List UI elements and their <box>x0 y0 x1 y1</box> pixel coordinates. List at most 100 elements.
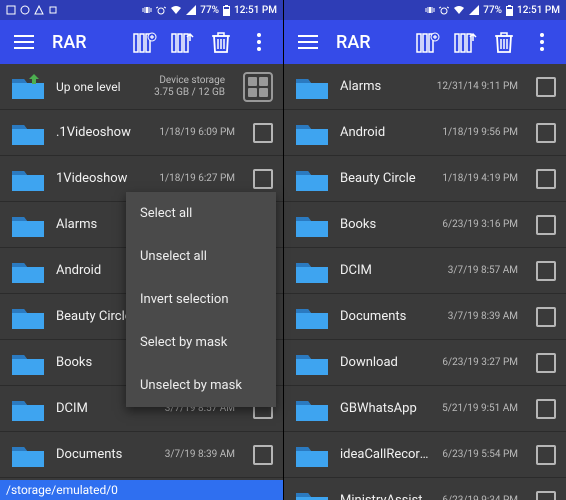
menu-select-by-mask[interactable]: Select by mask <box>126 321 276 364</box>
extract-button[interactable] <box>169 28 197 56</box>
vibrate-icon <box>142 5 152 15</box>
books-plus-icon <box>416 31 440 53</box>
item-checkbox[interactable] <box>536 215 556 235</box>
battery-icon <box>506 5 513 16</box>
status-right-icons: 77% 12:51 PM <box>142 5 277 16</box>
folder-icon <box>294 349 330 377</box>
item-date: 1/18/19 6:09 PM <box>159 127 235 138</box>
item-checkbox[interactable] <box>536 77 556 97</box>
item-date: 3/7/19 8:39 AM <box>448 311 518 322</box>
list-item[interactable]: Android 1/18/19 9:56 PM <box>284 110 566 156</box>
list-item[interactable]: DCIM 3/7/19 8:57 AM <box>284 248 566 294</box>
folder-icon <box>294 73 330 101</box>
up-label: Up one level <box>56 80 144 94</box>
list-item[interactable]: Books6/23/19 3:16 PM <box>284 202 566 248</box>
folder-icon <box>10 257 46 285</box>
folder-up-icon <box>10 73 46 101</box>
add-archive-button[interactable] <box>131 28 159 56</box>
list-item[interactable]: MinistryAssistant 6/23/19 9:34 PM <box>284 478 566 500</box>
folder-icon <box>10 395 46 423</box>
item-date: 6/23/19 3:27 PM <box>442 357 518 368</box>
storage-meta: Device storage 3.75 GB / 12 GB <box>154 75 225 99</box>
extract-button[interactable] <box>452 28 480 56</box>
list-item[interactable]: Beauty Circle1/18/19 4:19 PM <box>284 156 566 202</box>
menu-button[interactable] <box>294 28 322 56</box>
alarm-icon <box>439 5 449 15</box>
add-archive-button[interactable] <box>414 28 442 56</box>
hamburger-icon <box>14 35 34 49</box>
overflow-button[interactable] <box>245 28 273 56</box>
folder-icon <box>10 119 46 147</box>
item-name: ideaCallRecorder <box>340 447 432 462</box>
signal-icon <box>469 5 479 15</box>
item-name: 1Videoshow <box>56 171 149 186</box>
folder-icon <box>10 165 46 193</box>
folder-icon <box>10 211 46 239</box>
delete-button[interactable] <box>207 28 235 56</box>
list-item[interactable]: .1Videoshow1/18/19 6:09 PM <box>0 110 283 156</box>
item-checkbox[interactable] <box>253 169 273 189</box>
item-date: 6/23/19 9:34 PM <box>442 495 518 500</box>
item-checkbox[interactable] <box>536 123 556 143</box>
item-date: 6/23/19 5:54 PM <box>442 449 518 460</box>
item-checkbox[interactable] <box>253 445 273 465</box>
item-date: 1/18/19 9:56 PM <box>442 127 518 138</box>
delete-button[interactable] <box>490 28 518 56</box>
item-checkbox[interactable] <box>536 491 556 500</box>
folder-icon <box>294 257 330 285</box>
item-checkbox[interactable] <box>536 169 556 189</box>
menu-unselect-by-mask[interactable]: Unselect by mask <box>126 364 276 407</box>
item-name: MinistryAssistant <box>340 493 432 500</box>
phone-left: 77% 12:51 PM RAR <box>0 0 283 500</box>
app-title: RAR <box>336 32 371 53</box>
menu-unselect-all[interactable]: Unselect all <box>126 235 276 278</box>
wifi-icon <box>453 5 465 15</box>
view-toggle-button[interactable] <box>243 72 273 102</box>
menu-select-all[interactable]: Select all <box>126 192 276 235</box>
list-item[interactable]: Documents 3/7/19 8:39 AM <box>284 294 566 340</box>
item-name: Books <box>340 217 432 232</box>
more-vert-icon <box>539 32 545 52</box>
file-list-right[interactable]: Alarms 12/31/14 9:11 PM Android 1/18/19 9:5… <box>284 64 566 500</box>
list-item[interactable]: GBWhatsApp5/21/19 9:51 AM <box>284 386 566 432</box>
item-checkbox[interactable] <box>253 123 273 143</box>
item-name: Documents <box>340 309 438 324</box>
menu-button[interactable] <box>10 28 38 56</box>
path-bar[interactable]: /storage/emulated/0 <box>0 480 283 500</box>
item-name: Alarms <box>340 79 427 94</box>
list-item[interactable]: ideaCallRecorder 6/23/19 5:54 PM <box>284 432 566 478</box>
battery-text: 77% <box>200 5 219 16</box>
clock-text: 12:51 PM <box>517 5 560 16</box>
list-item[interactable]: Download6/23/19 3:27 PM <box>284 340 566 386</box>
trash-icon <box>494 31 514 53</box>
folder-icon <box>294 211 330 239</box>
folder-icon <box>10 441 46 469</box>
item-checkbox[interactable] <box>536 353 556 373</box>
item-date: 1/18/19 6:27 PM <box>159 173 235 184</box>
item-name: Documents <box>56 447 155 462</box>
item-checkbox[interactable] <box>536 307 556 327</box>
item-date: 1/18/19 4:19 PM <box>442 173 518 184</box>
signal-icon <box>186 5 196 15</box>
item-date: 3/7/19 8:57 AM <box>448 265 518 276</box>
list-item[interactable]: Alarms 12/31/14 9:11 PM <box>284 64 566 110</box>
menu-invert-selection[interactable]: Invert selection <box>126 278 276 321</box>
app-bar: RAR <box>0 20 283 64</box>
hamburger-icon <box>298 35 318 49</box>
item-date: 5/21/19 9:51 AM <box>442 403 518 414</box>
list-item[interactable]: Documents3/7/19 8:39 AM <box>0 432 283 478</box>
item-name: Android <box>340 125 432 140</box>
item-name: DCIM <box>340 263 438 278</box>
item-checkbox[interactable] <box>536 261 556 281</box>
item-date: 12/31/14 9:11 PM <box>437 81 518 92</box>
up-one-level-row[interactable]: Up one level Device storage 3.75 GB / 12… <box>0 64 283 110</box>
folder-icon <box>294 165 330 193</box>
app-title: RAR <box>52 32 87 53</box>
item-checkbox[interactable] <box>536 399 556 419</box>
overflow-button[interactable] <box>528 28 556 56</box>
battery-icon <box>223 5 230 16</box>
status-right-icons: 77% 12:51 PM <box>425 5 560 16</box>
folder-icon <box>294 441 330 469</box>
books-up-icon <box>171 31 195 53</box>
item-checkbox[interactable] <box>536 445 556 465</box>
